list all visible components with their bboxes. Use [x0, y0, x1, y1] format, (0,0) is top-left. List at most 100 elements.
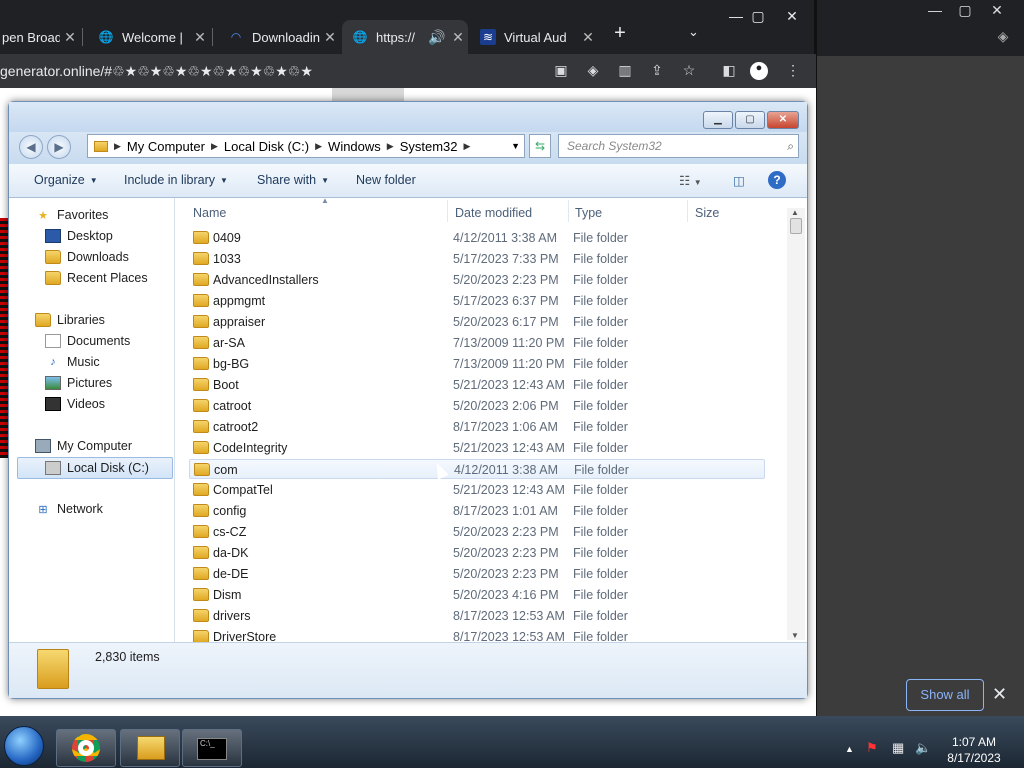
taskbar-cmd[interactable]: C:\_ — [182, 729, 242, 767]
dropdown-arrow-icon[interactable]: ▼ — [511, 141, 520, 151]
close-icon[interactable]: ✕ — [60, 29, 80, 46]
nav-downloads[interactable]: Downloads — [45, 250, 129, 264]
tab-2[interactable]: ◠ Downloadin ✕ — [218, 20, 340, 54]
maximize-button[interactable]: ▢ — [951, 2, 979, 19]
maximize-button[interactable]: ▢ — [735, 111, 765, 129]
show-all-button[interactable]: Show all — [906, 679, 984, 711]
close-icon[interactable]: ✕ — [320, 29, 340, 46]
nav-recent-places[interactable]: Recent Places — [45, 271, 148, 285]
organize-button[interactable]: Organize ▼ — [34, 173, 98, 187]
close-icon[interactable]: ✕ — [448, 29, 468, 46]
breadcrumb-local-disk[interactable]: Local Disk (C:) — [224, 139, 309, 154]
file-row[interactable]: AdvancedInstallers 5/20/2023 2:23 PM File … — [189, 270, 765, 290]
column-divider[interactable] — [687, 200, 688, 222]
nav-my-computer[interactable]: My Computer — [35, 439, 132, 453]
clock[interactable]: 1:07 AM 8/17/2023 — [932, 734, 1016, 766]
tab-1[interactable]: 🌐 Welcome | ✕ — [88, 20, 210, 54]
view-options-icon[interactable]: ☷ ▼ — [679, 173, 702, 188]
file-row[interactable]: ar-SA 7/13/2009 11:20 PM File folder — [189, 333, 765, 353]
menu-kebab-icon[interactable]: ⋮ — [782, 62, 804, 80]
close-icon[interactable]: ✕ — [578, 29, 598, 46]
tab-4[interactable]: ≋ Virtual Aud ✕ — [470, 20, 598, 54]
file-row[interactable]: catroot 5/20/2023 2:06 PM File folder — [189, 396, 765, 416]
address-breadcrumb[interactable]: ▶ My Computer ▶ Local Disk (C:) ▶ Window… — [87, 134, 525, 158]
start-button[interactable] — [4, 726, 44, 766]
share-icon[interactable]: ⇪ — [646, 62, 668, 80]
volume-icon[interactable]: 🔈 — [915, 740, 931, 756]
vertical-scrollbar[interactable]: ▲ ▼ — [787, 208, 805, 640]
close-icon[interactable]: ✕ — [992, 684, 1007, 705]
search-icon[interactable]: ⌕ — [787, 135, 794, 157]
breadcrumb-windows[interactable]: Windows — [328, 139, 381, 154]
file-row[interactable]: Dism 5/20/2023 4:16 PM File folder — [189, 585, 765, 605]
search-input[interactable]: Search System32 ⌕ — [558, 134, 799, 158]
scrollbar-thumb[interactable] — [790, 218, 802, 234]
column-divider[interactable] — [568, 200, 569, 222]
nav-local-disk[interactable]: Local Disk (C:) — [17, 457, 173, 479]
action-center-icon[interactable]: ⚑ — [866, 740, 878, 756]
refresh-button[interactable]: ⇆ — [529, 134, 551, 158]
preview-pane-icon[interactable]: ◫ — [733, 173, 745, 188]
scroll-down-icon[interactable]: ▼ — [791, 631, 799, 640]
network-tray-icon[interactable]: ▦ — [892, 740, 904, 756]
close-button[interactable]: ✕ — [767, 111, 799, 129]
nav-libraries[interactable]: Libraries — [35, 313, 105, 327]
file-row[interactable]: da-DK 5/20/2023 2:23 PM File folder — [189, 543, 765, 563]
breadcrumb-my-computer[interactable]: My Computer — [127, 139, 205, 154]
file-row[interactable]: de-DE 5/20/2023 2:23 PM File folder — [189, 564, 765, 584]
popup-blocked-icon[interactable]: ▣ — [550, 62, 572, 80]
nav-music[interactable]: ♪ Music — [45, 355, 99, 369]
minimize-button[interactable]: ▁ — [703, 111, 733, 129]
column-divider[interactable] — [447, 200, 448, 222]
new-folder-button[interactable]: New folder — [356, 173, 416, 187]
close-button[interactable]: ✕ — [778, 8, 806, 25]
column-header-date[interactable]: Date modified — [455, 206, 532, 220]
file-row[interactable]: config 8/17/2023 1:01 AM File folder — [189, 501, 765, 521]
file-row[interactable]: com 4/12/2011 3:38 AM File folder — [189, 459, 765, 479]
file-row[interactable]: appraiser 5/20/2023 6:17 PM File folder — [189, 312, 765, 332]
file-row[interactable]: cs-CZ 5/20/2023 2:23 PM File folder — [189, 522, 765, 542]
tray-expand-icon[interactable]: ▲ — [845, 744, 854, 754]
file-row[interactable]: 1033 5/17/2023 7:33 PM File folder — [189, 249, 765, 269]
nav-favorites[interactable]: ★ Favorites — [35, 208, 108, 222]
file-row[interactable]: Boot 5/21/2023 12:43 AM File folder — [189, 375, 765, 395]
file-row[interactable]: CodeIntegrity 5/21/2023 12:43 AM File fold… — [189, 438, 765, 458]
address-bar[interactable]: generator.online/#♲★♲★♲★♲★♲★♲★♲★♲★ — [0, 60, 540, 84]
nav-desktop[interactable]: Desktop — [45, 229, 113, 243]
share-with-button[interactable]: Share with ▼ — [257, 173, 329, 187]
file-row[interactable]: CompatTel 5/21/2023 12:43 AM File folder — [189, 480, 765, 500]
tab-search-button[interactable]: ⌄ — [688, 24, 699, 40]
minimize-button[interactable]: — — [921, 2, 949, 18]
include-in-library-button[interactable]: Include in library ▼ — [124, 173, 228, 187]
breadcrumb-system32[interactable]: System32 — [400, 139, 458, 154]
breadcrumb-arrow-icon[interactable]: ▶ — [464, 141, 471, 152]
close-icon[interactable]: ✕ — [190, 29, 210, 46]
tab-3-active[interactable]: 🌐 https:// 🔊 ✕ — [342, 20, 468, 54]
forward-button[interactable]: ▶ — [47, 135, 71, 159]
bookmark-star-icon[interactable]: ☆ — [678, 62, 700, 80]
column-header-name[interactable]: Name — [193, 206, 226, 220]
file-row[interactable]: drivers 8/17/2023 12:53 AM File folder — [189, 606, 765, 626]
taskbar-chrome[interactable] — [56, 729, 116, 767]
extension-icon[interactable]: ◈ — [989, 28, 1017, 45]
scroll-up-icon[interactable]: ▲ — [791, 208, 799, 217]
column-header-size[interactable]: Size — [695, 206, 719, 220]
side-panel-icon[interactable]: ◧ — [718, 62, 740, 80]
tab-0[interactable]: pen Broad ✕ — [0, 20, 80, 54]
explorer-titlebar[interactable]: ▁ ▢ ✕ — [9, 102, 807, 132]
nav-documents[interactable]: Documents — [45, 334, 130, 348]
column-header-type[interactable]: Type — [575, 206, 602, 220]
reader-icon[interactable]: ▥ — [614, 62, 636, 80]
nav-pictures[interactable]: Pictures — [45, 376, 112, 390]
breadcrumb-arrow-icon[interactable]: ▶ — [315, 141, 322, 152]
taskbar-explorer[interactable] — [120, 729, 180, 767]
close-button[interactable]: ✕ — [983, 2, 1011, 19]
nav-videos[interactable]: Videos — [45, 397, 105, 411]
breadcrumb-arrow-icon[interactable]: ▶ — [387, 141, 394, 152]
file-row[interactable]: appmgmt 5/17/2023 6:37 PM File folder — [189, 291, 765, 311]
file-row[interactable]: 0409 4/12/2011 3:38 AM File folder — [189, 228, 765, 248]
file-row[interactable]: bg-BG 7/13/2009 11:20 PM File folder — [189, 354, 765, 374]
file-row[interactable]: catroot2 8/17/2023 1:06 AM File folder — [189, 417, 765, 437]
speaker-icon[interactable]: 🔊 — [426, 29, 448, 46]
extension-icon[interactable]: ◈ — [582, 62, 604, 80]
